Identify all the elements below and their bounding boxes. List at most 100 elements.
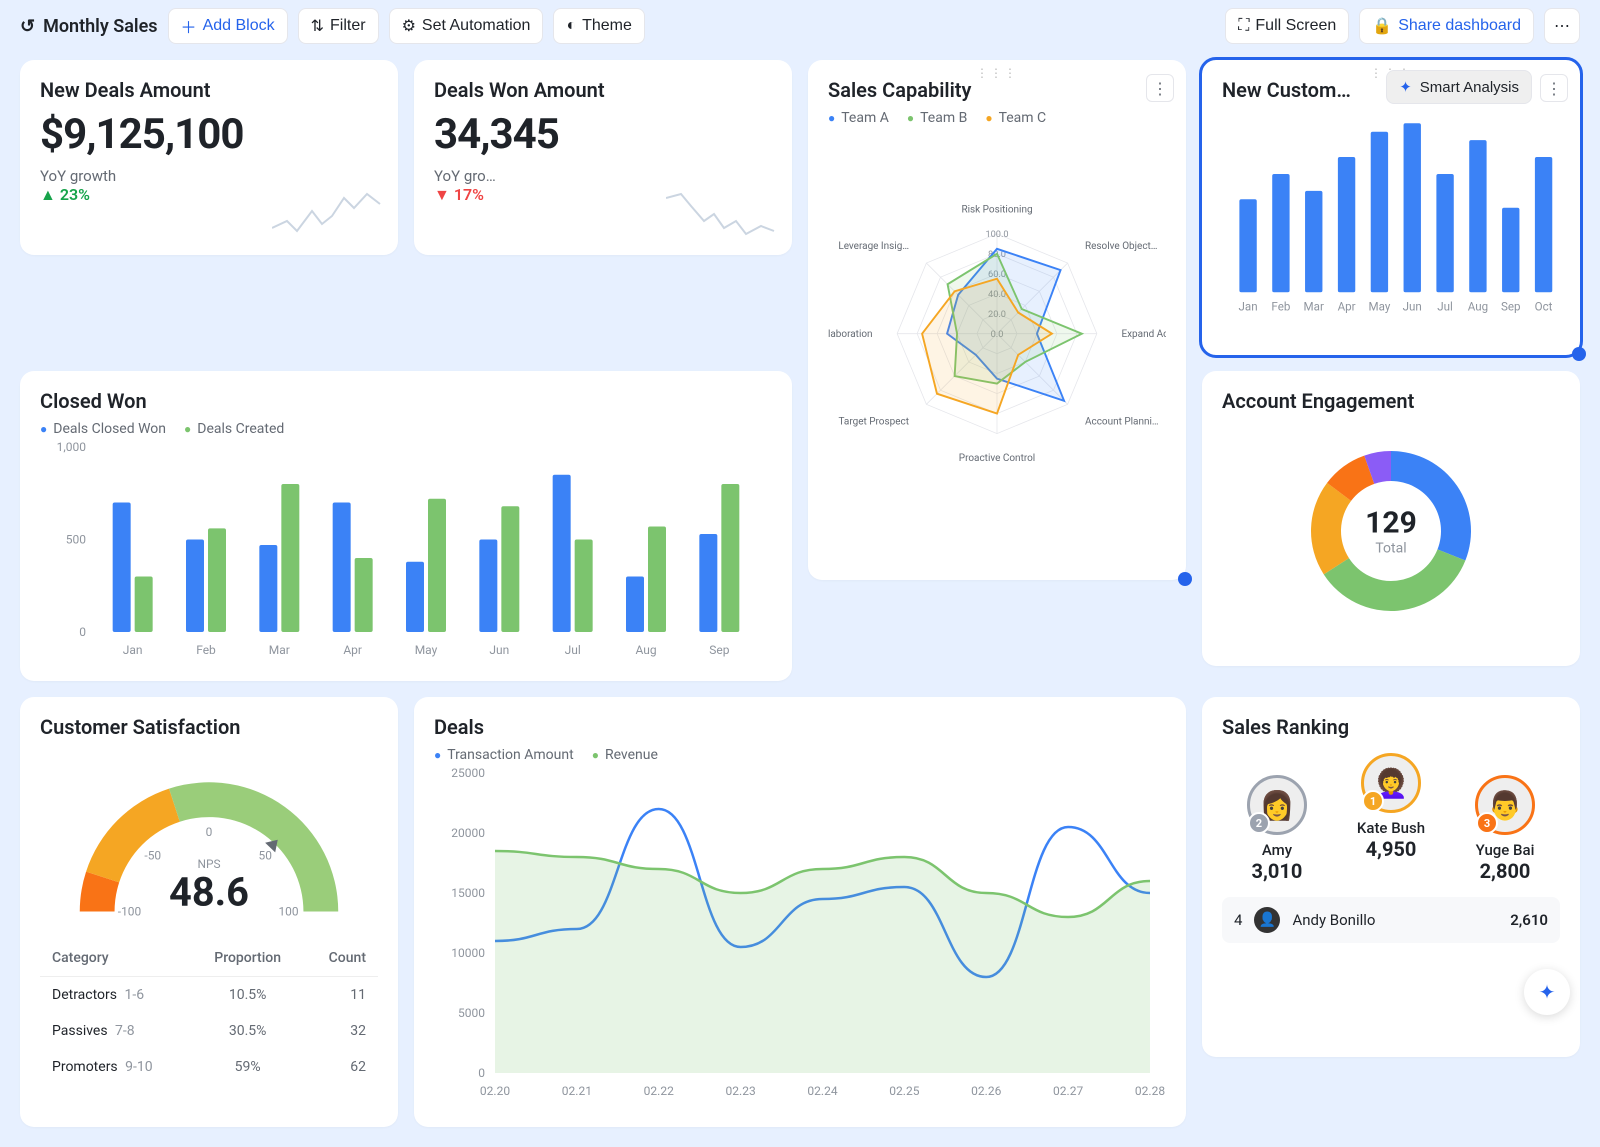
cell-prop: 59%	[192, 1049, 303, 1085]
theme-label: Theme	[582, 17, 632, 35]
more-button[interactable]: ⋯	[1544, 8, 1580, 44]
new-customers-card[interactable]: ⋮⋮⋮ ⋮ ✦Smart Analysis New Custom… JanFeb…	[1202, 60, 1580, 355]
svg-text:02.23: 02.23	[726, 1084, 756, 1098]
svg-text:500: 500	[66, 533, 86, 547]
table-row: Detractors 1-610.5%11	[40, 977, 378, 1014]
account-engagement-card[interactable]: Account Engagement 129 Total	[1202, 371, 1580, 666]
history-icon: ↺	[20, 16, 35, 37]
customer-satisfaction-card[interactable]: Customer Satisfaction -100-50050100NPS48…	[20, 697, 398, 1127]
legend-closed-won: Deals Closed Won	[40, 421, 166, 437]
sales-capability-card[interactable]: ⋮⋮⋮ ⋮ Sales Capability Team A Team B Tea…	[808, 60, 1186, 580]
svg-text:Account Planni…: Account Planni…	[1085, 417, 1159, 428]
smart-analysis-button[interactable]: ✦Smart Analysis	[1386, 70, 1532, 104]
svg-text:Jun: Jun	[1403, 300, 1422, 314]
filter-label: Filter	[330, 17, 366, 35]
svg-text:Resolve Object…: Resolve Object…	[1085, 241, 1157, 252]
add-block-label: Add Block	[203, 17, 275, 35]
svg-text:Target Prospect: Target Prospect	[839, 417, 910, 428]
closed-legend: Deals Closed Won Deals Created	[40, 421, 772, 437]
svg-text:Feb: Feb	[1271, 300, 1290, 314]
avatar: 👩2	[1247, 775, 1307, 835]
svg-text:Feb: Feb	[196, 643, 216, 657]
table-row: Promoters 9-1059%62	[40, 1049, 378, 1085]
line-chart: 050001000015000200002500002.2002.2102.22…	[434, 763, 1166, 1103]
kpi-new-deals[interactable]: New Deals Amount $9,125,100 YoY growth ▲…	[20, 60, 398, 255]
rank-row-name: Andy Bonillo	[1292, 911, 1375, 929]
cell-cat: Promoters 9-10	[40, 1049, 192, 1085]
theme-icon: ◐	[566, 17, 576, 35]
more-icon: ⋯	[1554, 16, 1570, 36]
cell-cat: Detractors 1-6	[40, 977, 192, 1014]
table-row: Passives 7-830.5%32	[40, 1013, 378, 1049]
bar-chart: JanFebMarAprMayJunJulAugSepOct	[1222, 110, 1560, 320]
selection-handle-icon[interactable]	[1178, 572, 1192, 586]
legend-team-b: Team B	[907, 110, 967, 126]
svg-text:0: 0	[79, 625, 86, 639]
card-more-button[interactable]: ⋮	[1540, 74, 1568, 102]
cell-prop: 10.5%	[192, 977, 303, 1014]
rank-badge: 2	[1248, 812, 1270, 834]
radar-chart: Risk PositioningResolve Object…Expand Ac…	[828, 126, 1166, 526]
card-title: Deals	[434, 715, 1166, 739]
add-block-button[interactable]: ＋Add Block	[168, 8, 288, 44]
rank-row: 4 👤 Andy Bonillo 2,610	[1222, 897, 1560, 943]
share-button[interactable]: 🔒Share dashboard	[1359, 8, 1534, 44]
cell-count: 11	[303, 977, 378, 1014]
fullscreen-label: Full Screen	[1255, 17, 1336, 35]
automation-button[interactable]: ⚙Set Automation	[389, 8, 544, 44]
cell-prop: 30.5%	[192, 1013, 303, 1049]
sales-ranking-card[interactable]: Sales Ranking 👩2 Amy 3,010 👩‍🦱1 Kate Bus…	[1202, 697, 1580, 1057]
selection-handle-icon[interactable]	[1572, 347, 1586, 361]
avatar-icon: 👤	[1254, 907, 1280, 933]
deals-card[interactable]: Deals Transaction Amount Revenue 0500010…	[414, 697, 1186, 1127]
rank-value: 3,010	[1247, 859, 1307, 883]
rank-value: 2,800	[1475, 859, 1535, 883]
svg-text:02.24: 02.24	[807, 1084, 837, 1098]
svg-text:Jan: Jan	[123, 643, 143, 657]
card-more-button[interactable]: ⋮	[1146, 74, 1174, 102]
svg-text:5000: 5000	[458, 1006, 485, 1020]
svg-text:Expand Access: Expand Access	[1121, 329, 1166, 340]
col-proportion: Proportion	[192, 940, 303, 977]
sparkle-icon: ✦	[1539, 980, 1556, 1004]
drag-handle-icon[interactable]: ⋮⋮⋮	[976, 66, 1018, 80]
kpi-deals-won[interactable]: Deals Won Amount 34,345 YoY gro… ▼ 17%	[414, 60, 792, 255]
svg-text:Jun: Jun	[489, 643, 509, 657]
rank-name: Amy	[1247, 841, 1307, 859]
svg-text:Mar: Mar	[269, 643, 290, 657]
svg-text:10000: 10000	[451, 946, 485, 960]
kpi-title: Deals Won Amount	[434, 78, 772, 102]
rank-item: 👨3 Yuge Bai 2,800	[1475, 775, 1535, 883]
closed-won-card[interactable]: Closed Won Deals Closed Won Deals Create…	[20, 371, 792, 681]
svg-text:Mar: Mar	[1304, 300, 1324, 314]
page-title: ↺ Monthly Sales	[20, 16, 158, 37]
title-label: Monthly Sales	[43, 16, 157, 37]
rank-badge: 3	[1476, 812, 1498, 834]
ai-fab-button[interactable]: ✦	[1524, 969, 1570, 1015]
radar-legend: Team A Team B Team C	[828, 110, 1166, 126]
card-title: Customer Satisfaction	[40, 715, 378, 739]
svg-text:100.0: 100.0	[985, 229, 1008, 240]
svg-text:20000: 20000	[451, 826, 485, 840]
svg-text:Jul: Jul	[565, 643, 581, 657]
svg-text:50: 50	[259, 848, 273, 862]
gauge-chart: -100-50050100NPS48.6	[40, 747, 378, 922]
kpi-delta-val: 17%	[454, 185, 484, 204]
fullscreen-icon: ⛶	[1238, 17, 1249, 35]
col-category: Category	[40, 940, 192, 977]
legend-revenue: Revenue	[592, 747, 658, 763]
kpi-title: New Deals Amount	[40, 78, 378, 102]
card-title: New Custom…	[1222, 78, 1382, 102]
svg-text:02.27: 02.27	[1053, 1084, 1083, 1098]
svg-text:1,000: 1,000	[57, 440, 87, 454]
svg-text:-50: -50	[144, 848, 161, 862]
theme-button[interactable]: ◐ Theme	[553, 8, 644, 44]
ranking-podium: 👩2 Amy 3,010 👩‍🦱1 Kate Bush 4,950 👨3 Yug…	[1222, 753, 1560, 883]
sparkline-icon	[666, 186, 776, 241]
legend-team-a: Team A	[828, 110, 889, 126]
donut-value: 129	[1365, 506, 1417, 541]
card-title: Sales Ranking	[1222, 715, 1560, 739]
filter-button[interactable]: ⇅Filter	[298, 8, 379, 44]
fullscreen-button[interactable]: ⛶ Full Screen	[1225, 8, 1349, 44]
cell-count: 32	[303, 1013, 378, 1049]
